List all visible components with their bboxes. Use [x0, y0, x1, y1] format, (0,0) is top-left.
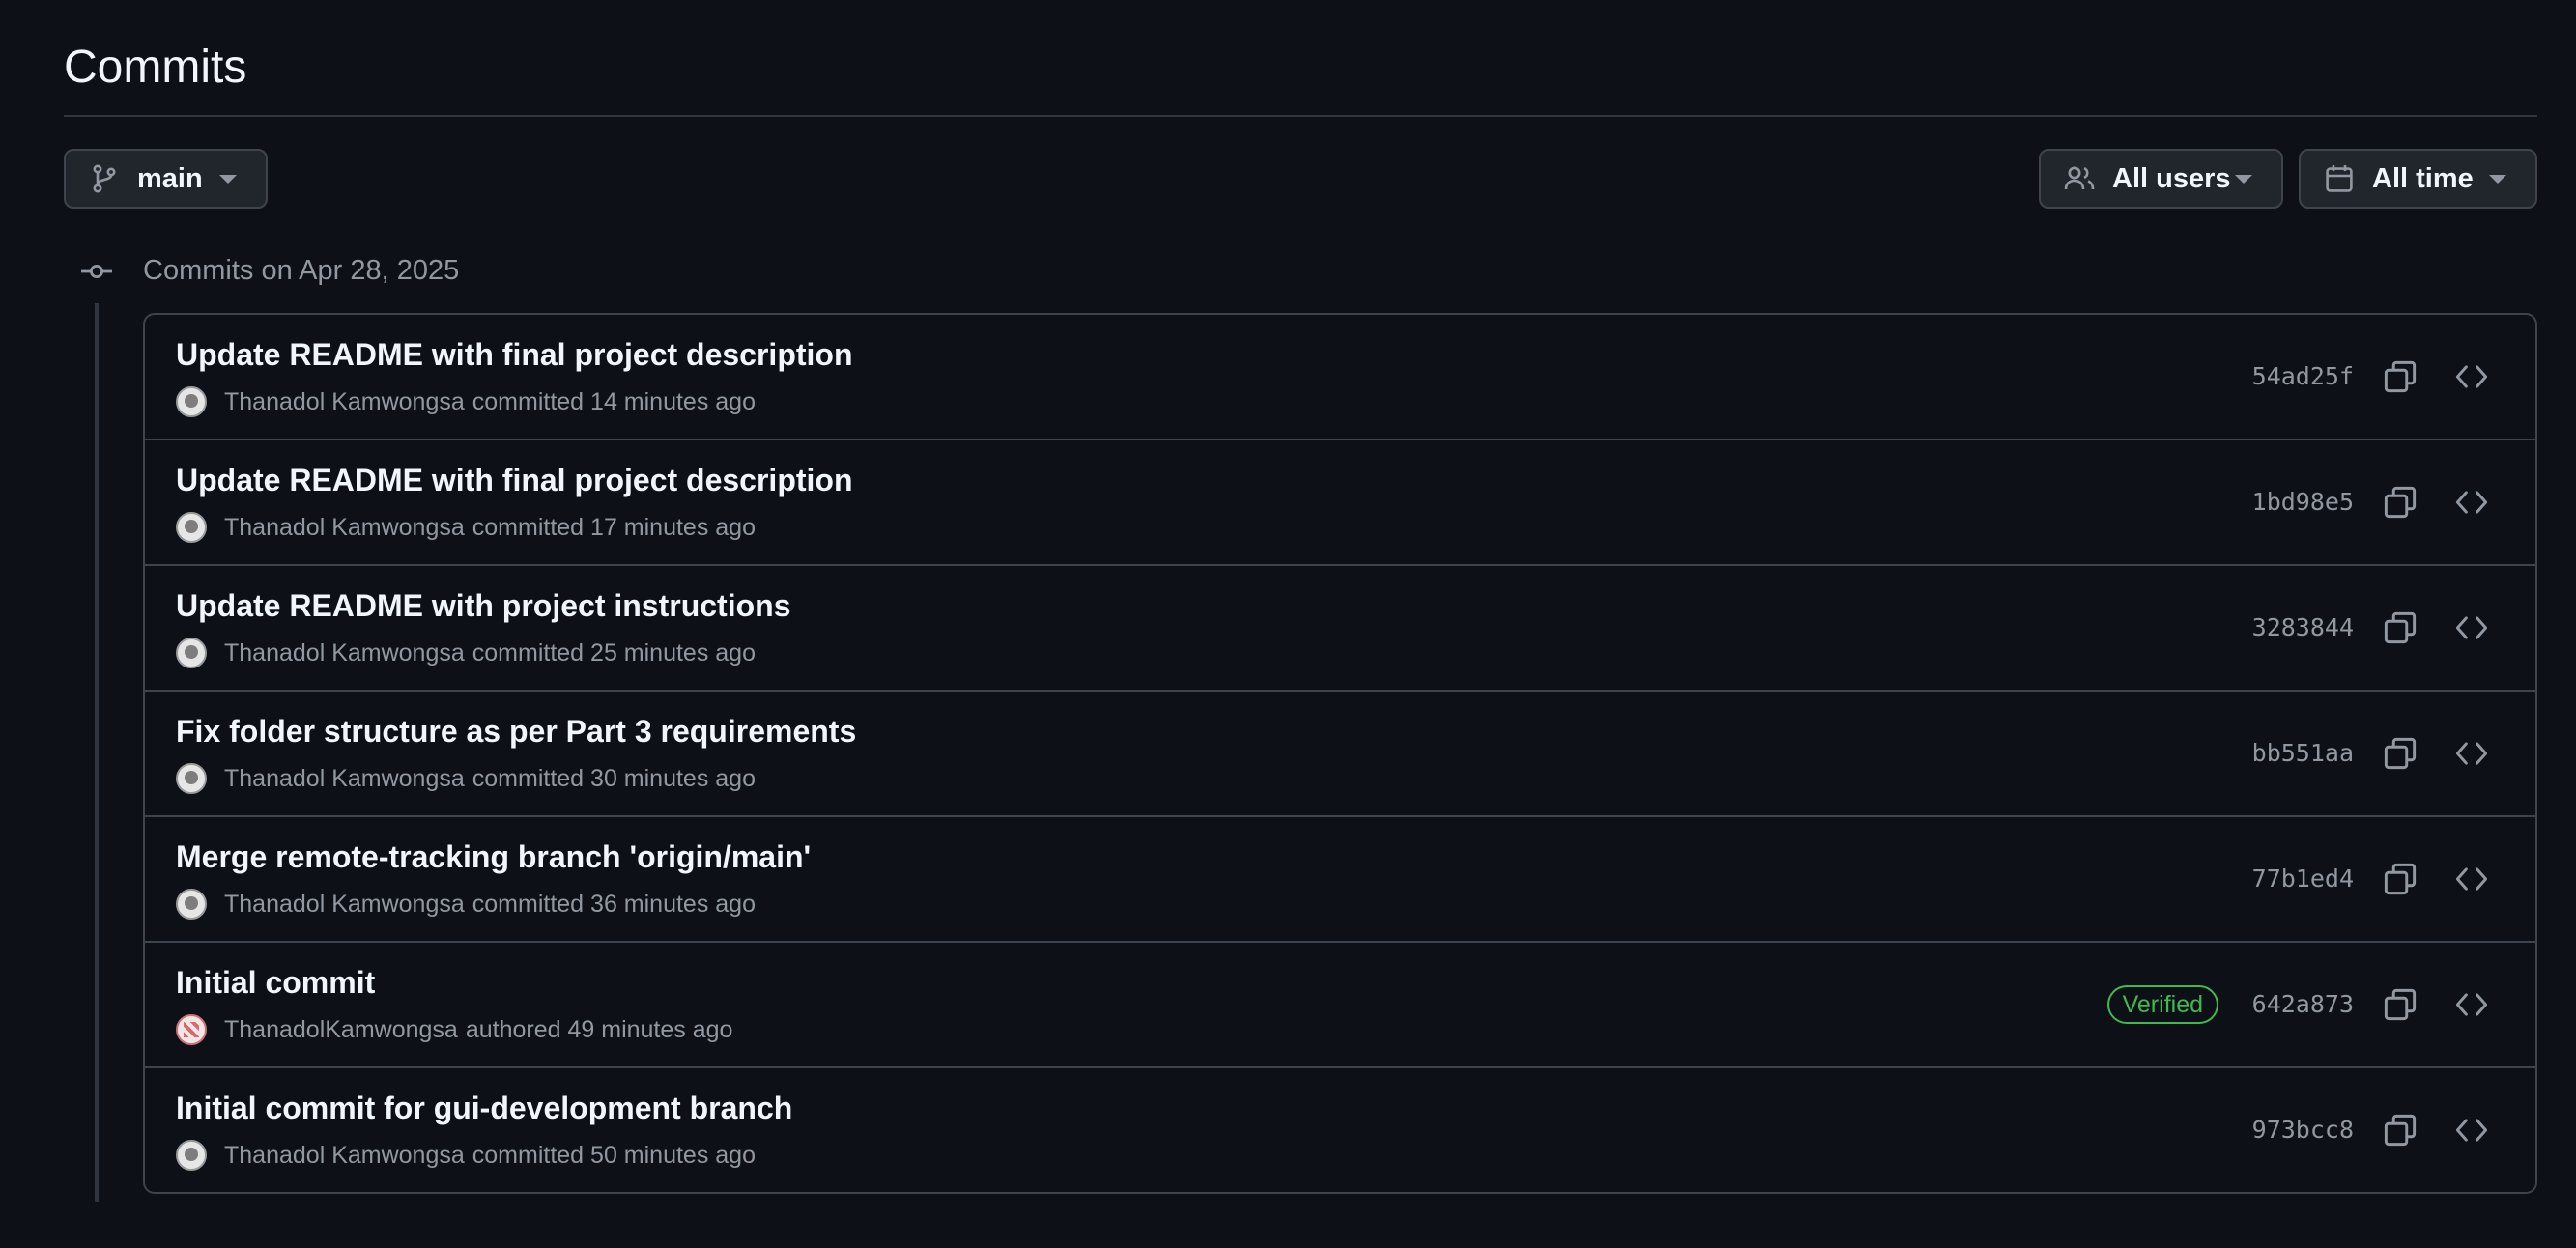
commit-group-title: Commits on Apr 28, 2025 [143, 255, 460, 286]
browse-code-icon[interactable] [2454, 987, 2489, 1022]
commit-sha-link[interactable]: 77b1ed4 [2252, 862, 2354, 896]
commit-sha-link[interactable]: 1bd98e5 [2252, 485, 2354, 520]
copy-icon[interactable] [2383, 1113, 2418, 1148]
commit-message-link[interactable]: Fix folder structure as per Part 3 requi… [176, 711, 856, 752]
commit-author-link[interactable]: Thanadol Kamwongsa [224, 887, 465, 922]
browse-code-icon[interactable] [2454, 485, 2489, 520]
commit-action: committed [472, 388, 585, 415]
chevron-down-icon [2489, 174, 2506, 184]
commit-row: Fix folder structure as per Part 3 requi… [145, 692, 2535, 817]
browse-code-icon[interactable] [2454, 1113, 2489, 1148]
commit-meta: Thanadol Kamwongsa committed 25 minutes … [176, 636, 756, 670]
commit-author-link[interactable]: Thanadol Kamwongsa [224, 1138, 465, 1173]
commit-row: Initial commit for gui-development branc… [145, 1068, 2535, 1192]
copy-icon[interactable] [2383, 485, 2418, 520]
git-commit-icon [81, 264, 112, 278]
commit-time: 17 minutes ago [590, 514, 756, 541]
commit-row: Update README with project instructions … [145, 566, 2535, 692]
commit-author-link[interactable]: Thanadol Kamwongsa [224, 384, 465, 419]
browse-code-icon[interactable] [2454, 359, 2489, 394]
copy-icon[interactable] [2383, 359, 2418, 394]
chevron-down-icon [2235, 174, 2252, 184]
branch-label: main [137, 162, 203, 194]
commit-row: Update README with final project descrip… [145, 440, 2535, 566]
commit-time: 25 minutes ago [590, 639, 756, 667]
commit-author-link[interactable]: Thanadol Kamwongsa [224, 636, 465, 670]
commit-meta: Thanadol Kamwongsa committed 36 minutes … [176, 887, 756, 922]
commit-meta: ThanadolKamwongsa authored 49 minutes ag… [176, 1012, 732, 1047]
commit-message-link[interactable]: Update README with final project descrip… [176, 460, 853, 500]
time-filter-label: All time [2372, 162, 2474, 194]
commit-author-link[interactable]: Thanadol Kamwongsa [224, 761, 465, 796]
commit-row: Update README with final project descrip… [145, 315, 2535, 440]
commit-message-link[interactable]: Update README with project instructions [176, 585, 790, 626]
timeline-line [95, 303, 99, 1202]
page-title: Commits [64, 42, 247, 93]
commit-meta: Thanadol Kamwongsa committed 50 minutes … [176, 1138, 756, 1173]
commit-sha-link[interactable]: 54ad25f [2252, 359, 2354, 394]
commit-time: 50 minutes ago [590, 1142, 756, 1169]
commit-message-link[interactable]: Merge remote-tracking branch 'origin/mai… [176, 837, 811, 877]
copy-icon[interactable] [2383, 987, 2418, 1022]
commit-time: 30 minutes ago [590, 765, 756, 792]
commit-message-link[interactable]: Update README with final project descrip… [176, 334, 853, 375]
commit-list: Update README with final project descrip… [143, 313, 2537, 1194]
copy-icon[interactable] [2383, 610, 2418, 645]
commit-action: committed [472, 514, 585, 541]
git-branch-icon [93, 164, 116, 193]
users-filter-label: All users [2112, 162, 2231, 194]
time-filter-button[interactable]: All time [2299, 149, 2537, 209]
commit-meta: Thanadol Kamwongsa committed 30 minutes … [176, 761, 756, 796]
commit-sha-link[interactable]: 3283844 [2252, 610, 2354, 645]
commit-time: 36 minutes ago [590, 891, 756, 918]
avatar[interactable] [176, 638, 207, 668]
commit-sha-link[interactable]: 973bcc8 [2252, 1113, 2354, 1148]
people-icon [2064, 166, 2095, 190]
title-divider [64, 115, 2537, 117]
commit-author-link[interactable]: Thanadol Kamwongsa [224, 510, 465, 545]
commit-action: committed [472, 765, 585, 792]
browse-code-icon[interactable] [2454, 610, 2489, 645]
avatar[interactable] [176, 512, 207, 543]
avatar[interactable] [176, 1140, 207, 1171]
commit-author-link[interactable]: ThanadolKamwongsa [224, 1012, 458, 1047]
verified-badge[interactable]: Verified [2106, 985, 2218, 1024]
commit-time: 49 minutes ago [567, 1016, 733, 1043]
branch-select-button[interactable]: main [64, 149, 268, 209]
browse-code-icon[interactable] [2454, 862, 2489, 896]
commit-time: 14 minutes ago [590, 388, 756, 415]
commit-row: Merge remote-tracking branch 'origin/mai… [145, 817, 2535, 943]
commit-meta: Thanadol Kamwongsa committed 14 minutes … [176, 384, 756, 419]
commit-message-link[interactable]: Initial commit for gui-development branc… [176, 1088, 792, 1128]
commit-action: committed [472, 639, 585, 667]
users-filter-button[interactable]: All users [2039, 149, 2283, 209]
avatar[interactable] [176, 1014, 207, 1045]
commit-action: authored [465, 1016, 561, 1043]
calendar-icon [2326, 165, 2353, 192]
copy-icon[interactable] [2383, 736, 2418, 771]
chevron-down-icon [219, 174, 237, 184]
commit-sha-link[interactable]: bb551aa [2252, 736, 2354, 771]
browse-code-icon[interactable] [2454, 736, 2489, 771]
avatar[interactable] [176, 889, 207, 920]
commit-message-link[interactable]: Initial commit [176, 962, 375, 1003]
commit-action: committed [472, 891, 585, 918]
avatar[interactable] [176, 386, 207, 417]
commit-meta: Thanadol Kamwongsa committed 17 minutes … [176, 510, 756, 545]
commit-row: Initial commit ThanadolKamwongsa authore… [145, 943, 2535, 1068]
avatar[interactable] [176, 763, 207, 794]
commit-action: committed [472, 1142, 585, 1169]
commit-sha-link[interactable]: 642a873 [2252, 987, 2354, 1022]
copy-icon[interactable] [2383, 862, 2418, 896]
